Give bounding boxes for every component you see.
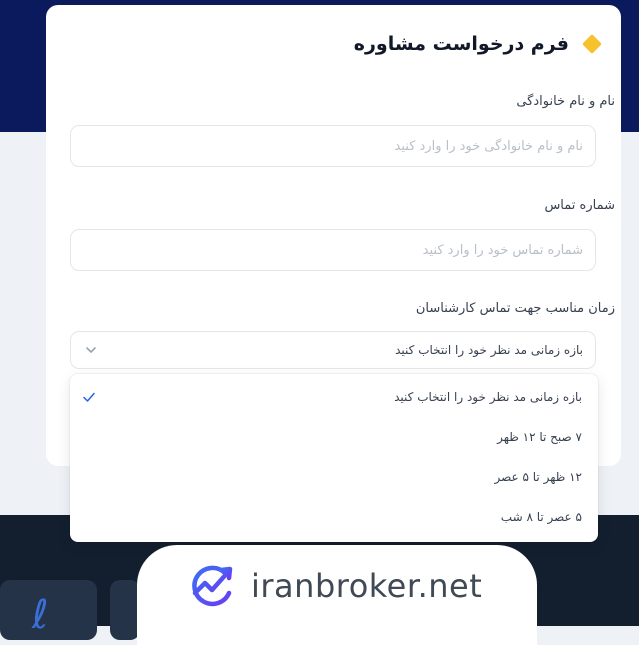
title-marker-icon <box>582 34 602 54</box>
contact-time-dropdown: بازه زمانی مد نظر خود را انتخاب کنید ۷ ص… <box>70 374 598 542</box>
dropdown-option-label: ۷ صبح تا ۱۲ ظهر <box>497 430 582 444</box>
contact-time-select[interactable]: بازه زمانی مد نظر خود را انتخاب کنید <box>70 331 596 369</box>
dropdown-option-label: ۱۲ ظهر تا ۵ عصر <box>494 470 582 484</box>
full-name-label: نام و نام خانوادگی <box>516 94 615 109</box>
dropdown-option-label: بازه زمانی مد نظر خود را انتخاب کنید <box>394 390 582 404</box>
watermark-badge: iranbroker.net <box>137 545 537 645</box>
logo-glyph-icon: ℓ <box>32 592 49 638</box>
watermark-row: iranbroker.net <box>187 563 482 609</box>
dropdown-option[interactable]: بازه زمانی مد نظر خود را انتخاب کنید <box>70 377 598 417</box>
phone-placeholder: شماره تماس خود را وارد کنید <box>422 242 583 258</box>
phone-label: شماره تماس <box>544 198 615 213</box>
full-name-placeholder: نام و نام خانوادگی خود را وارد کنید <box>394 138 583 154</box>
check-icon <box>83 392 95 402</box>
full-name-input[interactable]: نام و نام خانوادگی خود را وارد کنید <box>70 125 596 167</box>
contact-time-selected: بازه زمانی مد نظر خود را انتخاب کنید <box>395 343 583 357</box>
contact-time-label: زمان مناسب جهت تماس کارشناسان <box>415 301 615 316</box>
form-title-row: فرم درخواست مشاوره <box>353 33 602 55</box>
watermark-text: iranbroker.net <box>251 567 483 605</box>
dropdown-option[interactable]: ۱۲ ظهر تا ۵ عصر <box>70 457 598 497</box>
form-title: فرم درخواست مشاوره <box>353 33 569 55</box>
trend-chart-logo-icon <box>192 565 233 607</box>
chevron-down-icon <box>86 347 96 353</box>
dropdown-option[interactable]: ۷ صبح تا ۱۲ ظهر <box>70 417 598 457</box>
footer-tile[interactable] <box>110 580 140 640</box>
phone-input[interactable]: شماره تماس خود را وارد کنید <box>70 229 596 271</box>
footer-tile[interactable]: ℓ <box>0 580 97 640</box>
dropdown-option[interactable]: ۵ عصر تا ۸ شب <box>70 497 598 537</box>
dropdown-option-label: ۵ عصر تا ۸ شب <box>500 510 582 524</box>
